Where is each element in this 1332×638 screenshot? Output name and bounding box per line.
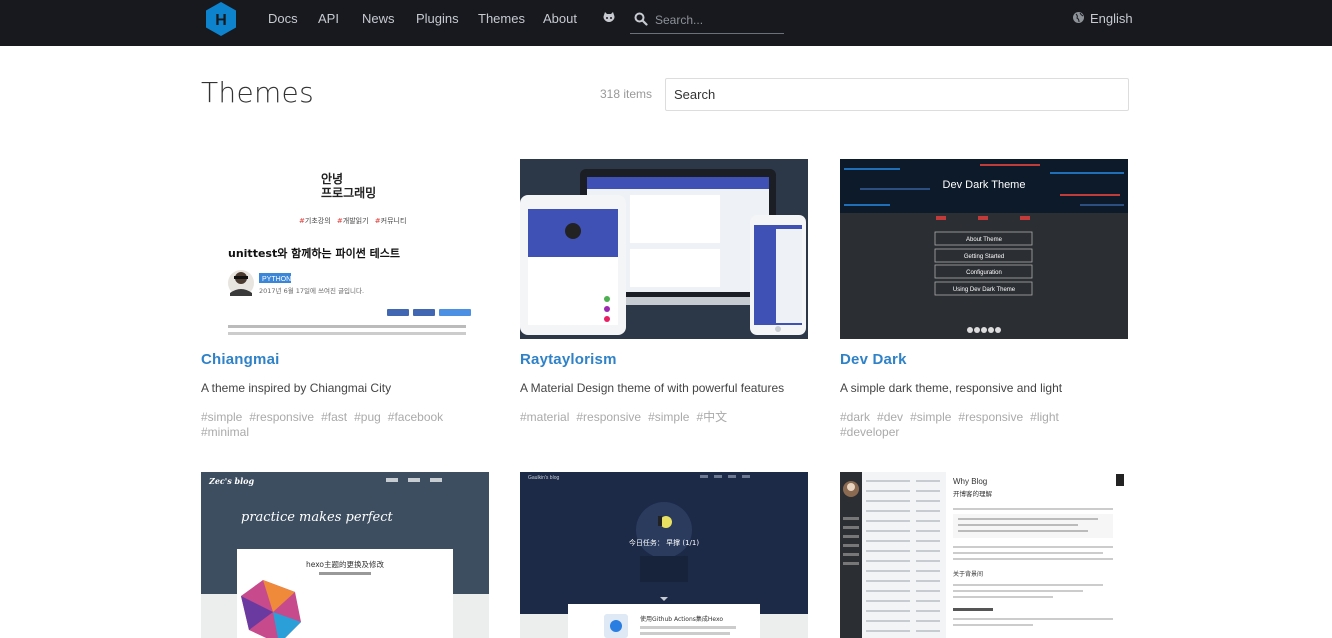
theme-tags: #material #responsive #simple #中文	[520, 410, 810, 425]
svg-text:#기초강의 #개발읽기 #커뮤니티: #기초강의 #개발읽기 #커뮤니티	[299, 216, 406, 225]
theme-description: A theme inspired by Chiangmai City	[201, 381, 392, 395]
nav-themes[interactable]: Themes	[478, 11, 525, 27]
tag[interactable]: #material	[520, 410, 569, 425]
tag[interactable]: #facebook	[388, 410, 443, 425]
preview-subtitle: 开博客的理解	[953, 489, 993, 498]
preview-badge: PYTHON	[262, 276, 291, 283]
theme-name-chiangmai[interactable]: Chiangmai	[201, 351, 279, 368]
theme-thumbnail[interactable]: Zec's blog practice makes perfect hexo主题…	[201, 472, 489, 638]
nav-search	[630, 7, 784, 34]
preview-button-label: About Theme	[966, 237, 1003, 243]
tag[interactable]: #minimal	[201, 425, 249, 440]
nav-plugins[interactable]: Plugins	[416, 11, 459, 27]
tag[interactable]: #simple	[910, 410, 951, 425]
tag[interactable]: #fast	[321, 410, 347, 425]
tag[interactable]: #中文	[696, 410, 727, 425]
preview-post: hexo主题的更换及修改	[306, 559, 385, 569]
nav-about[interactable]: About	[543, 11, 577, 27]
github-icon[interactable]	[602, 11, 616, 25]
tag[interactable]: #responsive	[249, 410, 314, 425]
theme-thumbnail[interactable]: Why Blog 开博客的理解 关于背景间	[840, 472, 1128, 638]
preview-section: 关于背景间	[953, 570, 983, 578]
tag[interactable]: #responsive	[576, 410, 641, 425]
tag[interactable]: #light	[1030, 410, 1059, 425]
preview-category: 기초강의	[305, 216, 331, 225]
preview-button-label: Getting Started	[964, 254, 1004, 260]
preview-post-title: unittest와 함께하는 파이썬 테스트	[228, 246, 400, 260]
page-title: Themes	[201, 76, 314, 109]
theme-description: A simple dark theme, responsive and ligh…	[840, 381, 1063, 395]
theme-thumbnail-chiangmai[interactable]: 안녕 프로그래밍 #기초강의 #개발읽기 #커뮤니티 unittest와 함께하…	[201, 159, 489, 339]
tag[interactable]: #developer	[840, 425, 899, 440]
preview-post: 使用Github Actions集成Hexo	[640, 615, 723, 623]
tag[interactable]: #dark	[840, 410, 870, 425]
theme-tags: #simple #responsive #fast #pug #facebook #min…	[201, 410, 491, 440]
preview-caption: 今日任务： 早撑 (1/1)	[629, 538, 699, 547]
theme-search-input[interactable]	[665, 78, 1129, 111]
item-count: 318 items	[600, 87, 653, 101]
theme-description: A Material Design theme of with powerful…	[520, 381, 785, 395]
top-navbar: H Docs API News Plugins Themes About Eng…	[0, 0, 1332, 46]
preview-blog-name: Zec's blog	[208, 476, 255, 486]
preview-button-label: Configuration	[966, 270, 1002, 276]
preview-tagline: practice makes perfect	[241, 510, 394, 525]
theme-thumbnail-dev-dark[interactable]: Dev Dark Theme About Theme Getting Start…	[840, 159, 1128, 339]
preview-blog-name: Gaulkin's blog	[528, 475, 559, 481]
svg-text:H: H	[215, 12, 227, 29]
tag[interactable]: #pug	[354, 410, 381, 425]
tag[interactable]: #simple	[201, 410, 242, 425]
search-icon	[634, 12, 648, 26]
nav-docs[interactable]: Docs	[268, 11, 298, 27]
author-avatar	[228, 270, 254, 296]
preview-date: 2017년 6월 17일에 쓰여진 글입니다.	[259, 286, 364, 295]
preview-greeting-2: 프로그래밍	[321, 185, 376, 200]
dev-dark-preview: Dev Dark Theme About Theme Getting Start…	[840, 159, 1128, 333]
nav-search-input[interactable]	[655, 11, 779, 29]
preview-title: Why Blog	[953, 477, 987, 486]
language-label: English	[1090, 11, 1133, 26]
preview-category: 개발읽기	[343, 216, 369, 225]
tag[interactable]: #responsive	[958, 410, 1023, 425]
gaulkin-blog-preview: Gaulkin's blog 今日任务： 早撑 (1/1) 使用Github A…	[520, 472, 808, 638]
nav-api[interactable]: API	[318, 11, 339, 27]
theme-tags: #dark #dev #simple #responsive #light #develo…	[840, 410, 1130, 440]
chiangmai-preview: 안녕 프로그래밍 #기초강의 #개발읽기 #커뮤니티 unittest와 함께하…	[228, 171, 471, 335]
preview-category: 커뮤니티	[381, 216, 407, 225]
preview-greeting-1: 안녕	[321, 171, 343, 186]
theme-name-dev-dark[interactable]: Dev Dark	[840, 351, 907, 368]
tag[interactable]: #simple	[648, 410, 689, 425]
theme-thumbnail[interactable]: Gaulkin's blog 今日任务： 早撑 (1/1) 使用Github A…	[520, 472, 808, 638]
why-blog-preview: Why Blog 开博客的理解 关于背景间	[840, 472, 1124, 638]
raytaylorism-preview	[520, 169, 806, 335]
preview-title: Dev Dark Theme	[943, 179, 1026, 191]
globe-icon	[1073, 12, 1084, 23]
theme-name-raytaylorism[interactable]: Raytaylorism	[520, 351, 617, 368]
preview-button-label: Using Dev Dark Theme	[953, 287, 1016, 293]
zec-blog-preview: Zec's blog practice makes perfect hexo主题…	[201, 472, 489, 638]
nav-news[interactable]: News	[362, 11, 395, 27]
theme-thumbnail-raytaylorism[interactable]	[520, 159, 808, 339]
tag[interactable]: #dev	[877, 410, 903, 425]
hexo-logo[interactable]: H	[204, 1, 238, 37]
